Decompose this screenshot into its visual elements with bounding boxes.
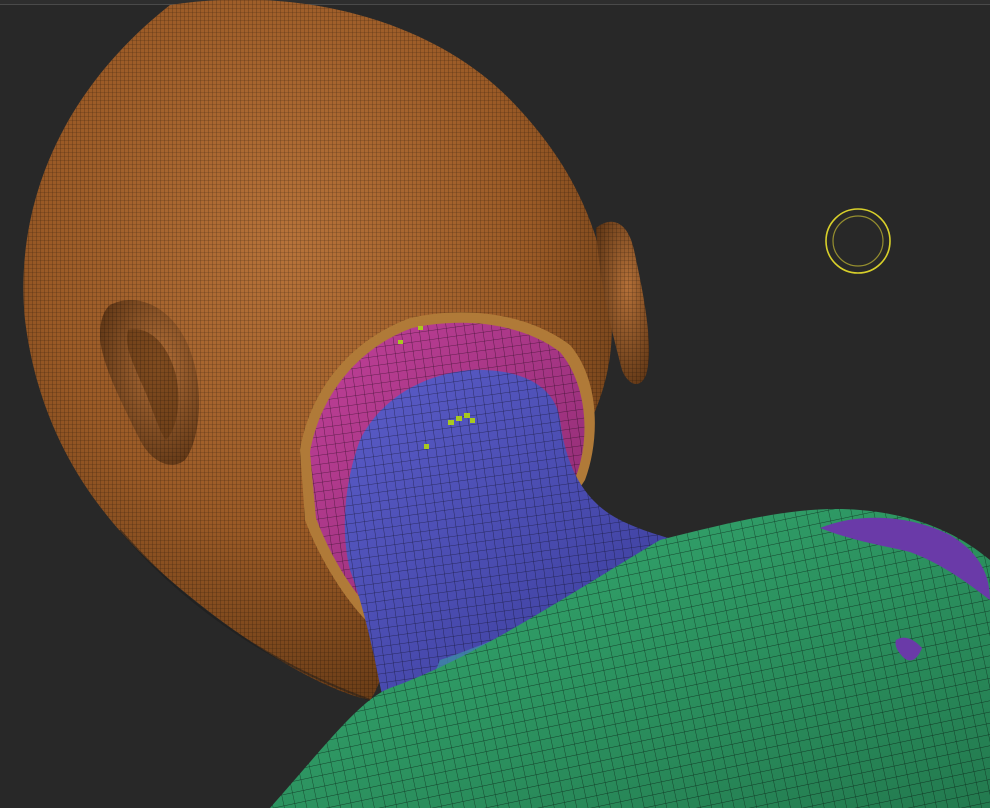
model-canvas[interactable]	[0, 0, 990, 808]
sculpt-viewport[interactable]	[0, 0, 990, 808]
brush-cursor-icon	[825, 208, 891, 274]
